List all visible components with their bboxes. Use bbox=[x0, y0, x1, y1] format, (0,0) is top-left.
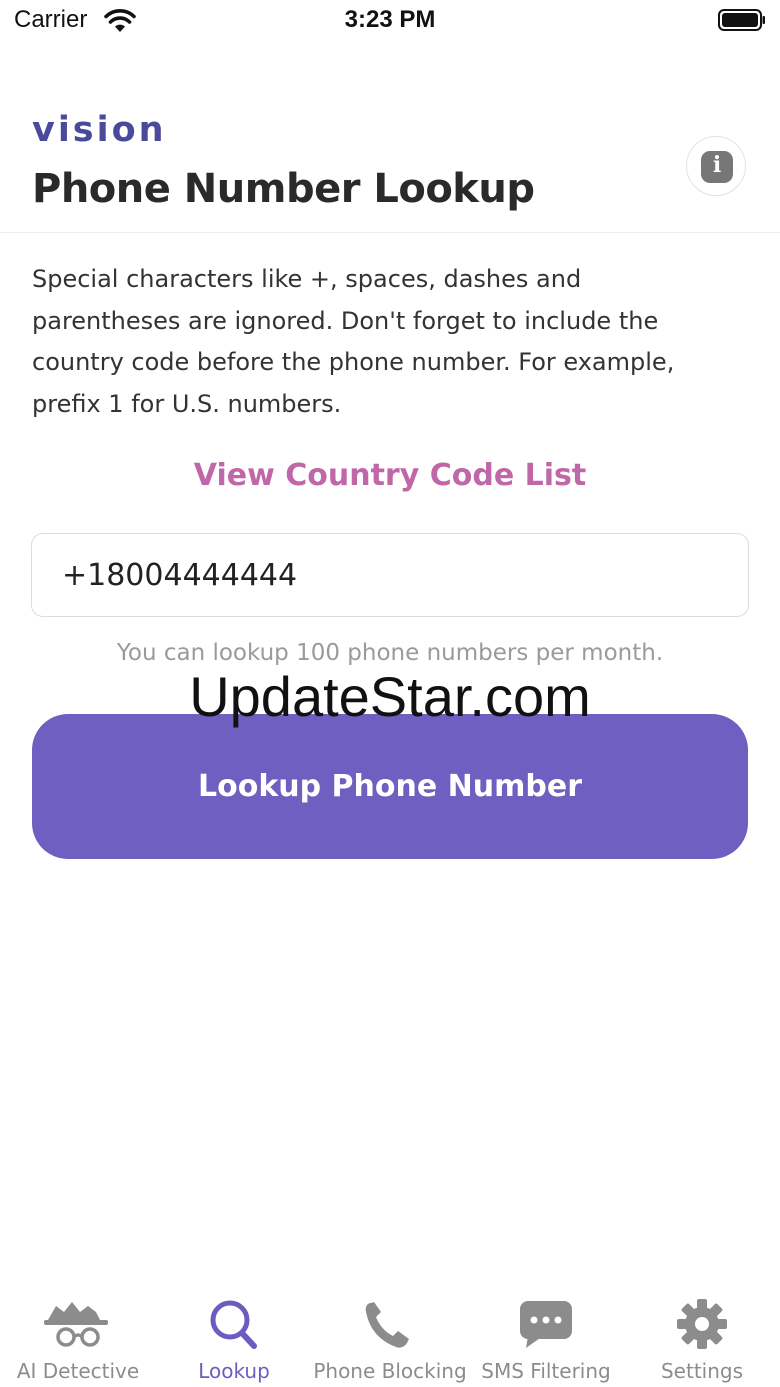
phone-icon bbox=[365, 1302, 409, 1348]
info-icon: i bbox=[701, 151, 733, 183]
tab-label: Settings bbox=[660, 1359, 744, 1383]
tab-sms-filtering[interactable]: SMS Filtering bbox=[468, 1290, 624, 1387]
status-bar: Carrier 3:23 PM bbox=[0, 0, 780, 44]
tab-label: Phone Blocking bbox=[313, 1359, 467, 1383]
info-button[interactable]: i bbox=[686, 136, 746, 196]
header: vision Phone Number Lookup i bbox=[0, 104, 780, 233]
instructions-text: Special characters like +, spaces, dashe… bbox=[32, 265, 675, 418]
clock: 3:23 PM bbox=[344, 6, 436, 33]
search-icon bbox=[210, 1300, 257, 1349]
tab-label: Lookup bbox=[198, 1359, 270, 1383]
lookup-quota-text: You can lookup 100 phone numbers per mon… bbox=[116, 640, 664, 666]
country-code-list-link[interactable]: View Country Code List bbox=[0, 458, 780, 493]
tab-settings[interactable]: Settings bbox=[624, 1290, 780, 1387]
message-icon bbox=[520, 1301, 572, 1348]
tab-bar: AI Detective Lookup Phone Blocking SMS F… bbox=[0, 1290, 780, 1387]
watermark: UpdateStar.com bbox=[189, 665, 591, 728]
detective-icon bbox=[44, 1302, 108, 1347]
lookup-phone-number-button[interactable]: Lookup Phone Number bbox=[32, 714, 748, 859]
tab-ai-detective[interactable]: AI Detective bbox=[0, 1290, 156, 1387]
tab-phone-blocking[interactable]: Phone Blocking bbox=[312, 1290, 468, 1387]
tab-lookup[interactable]: Lookup bbox=[156, 1290, 312, 1387]
phone-number-input[interactable] bbox=[31, 533, 749, 617]
battery-icon bbox=[718, 9, 765, 31]
gear-icon bbox=[677, 1299, 727, 1349]
tab-label: AI Detective bbox=[16, 1359, 140, 1383]
page-title: Phone Number Lookup bbox=[32, 166, 535, 212]
brand-logo: vision bbox=[32, 110, 167, 150]
tab-label: SMS Filtering bbox=[481, 1359, 611, 1383]
